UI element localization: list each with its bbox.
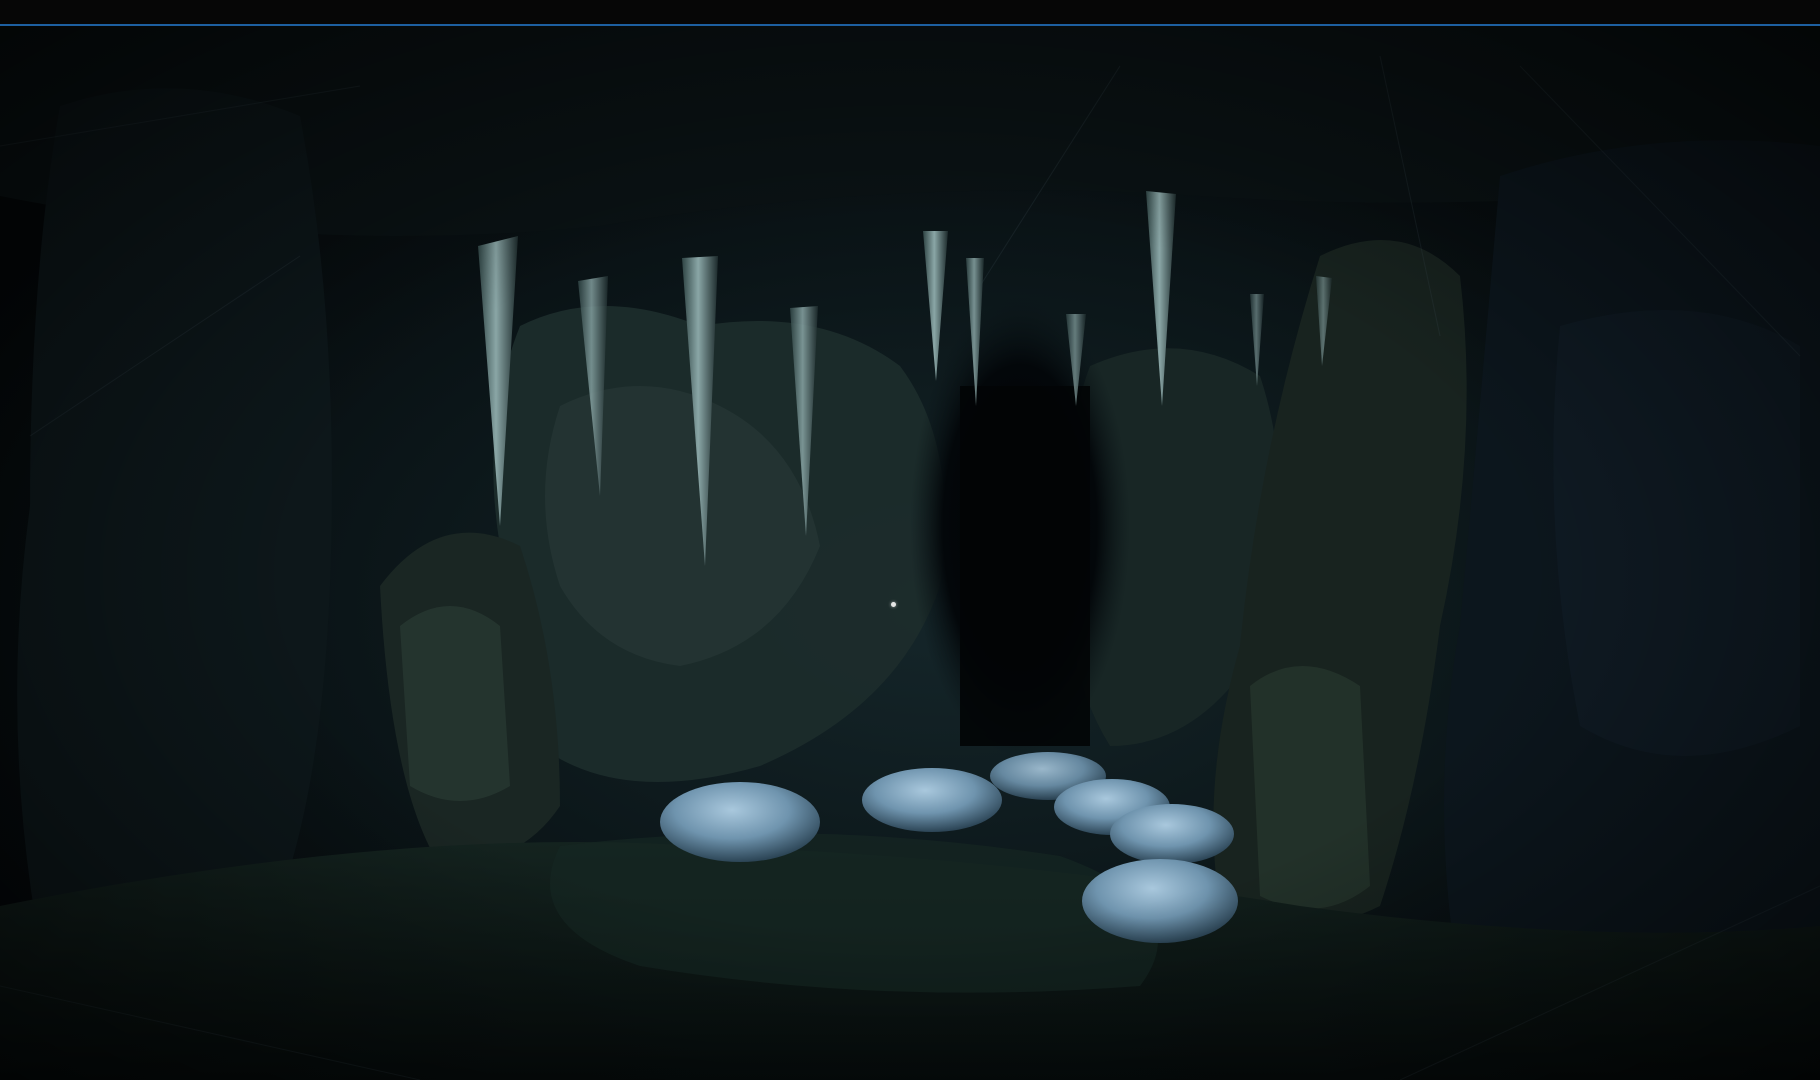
game-window bbox=[0, 0, 1820, 1080]
window-title-bar bbox=[0, 0, 1820, 26]
cave-scene bbox=[0, 26, 1820, 1080]
crosshair-dot-icon bbox=[891, 602, 896, 607]
vignette bbox=[0, 26, 1820, 1080]
game-viewport[interactable] bbox=[0, 26, 1820, 1080]
